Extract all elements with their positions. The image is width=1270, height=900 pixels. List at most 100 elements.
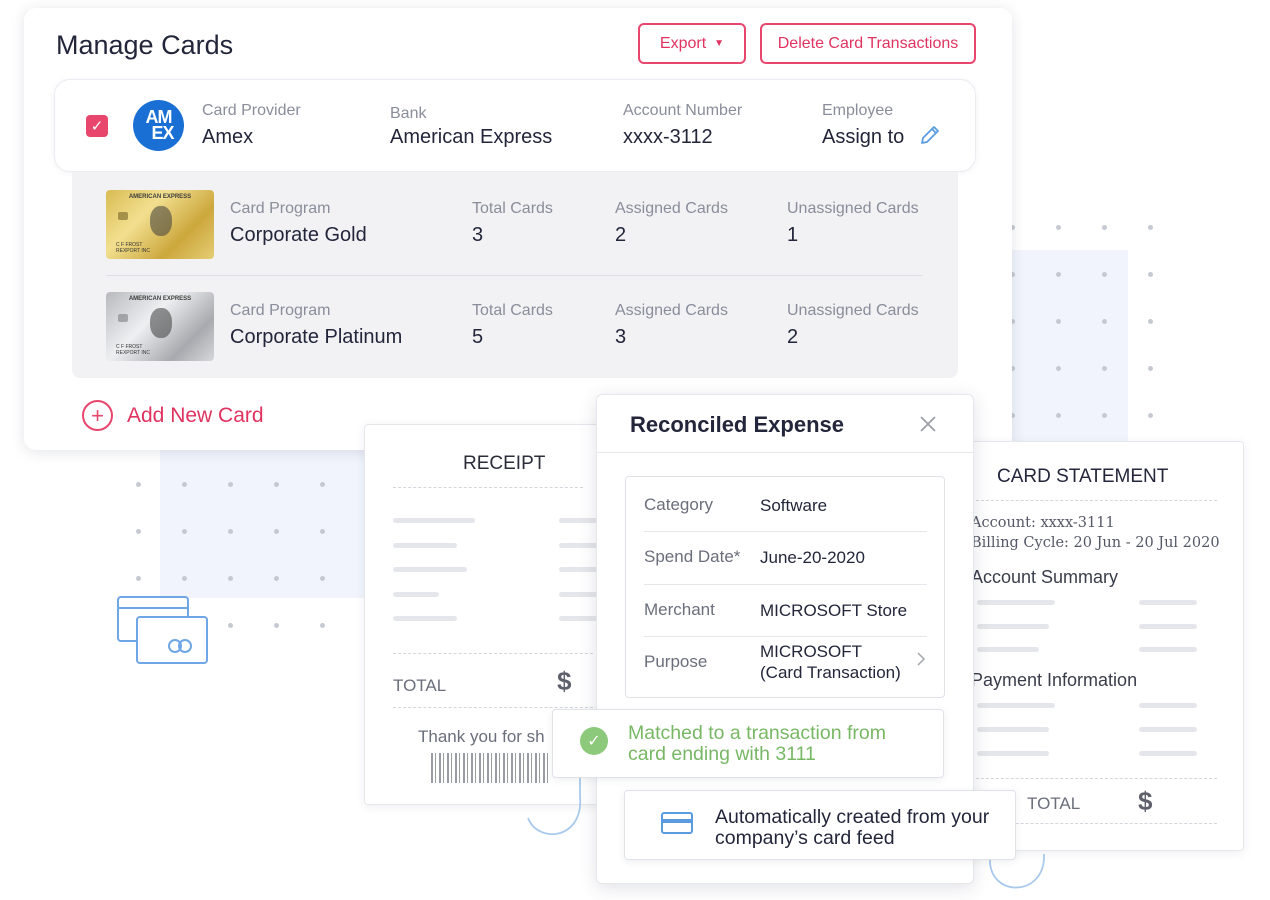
export-button-label: Export	[659, 34, 707, 52]
decor-dot	[274, 576, 279, 581]
decor-dot	[1148, 413, 1153, 418]
decor-dot	[320, 576, 325, 581]
decor-dot	[1102, 272, 1107, 277]
decor-blue-block-right	[1012, 250, 1128, 442]
decor-dot	[320, 482, 325, 487]
decor-dot	[182, 576, 187, 581]
statement-billing-line: Billing Cycle: 20 Jun - 20 Jul 2020	[971, 535, 1220, 551]
dollar-icon: $	[1138, 786, 1153, 816]
caret-down-icon: ▼	[714, 38, 725, 49]
assigned-cards-value: 3	[615, 326, 627, 348]
detail-row-category: Category Software	[644, 477, 927, 532]
card-provider-row[interactable]: ✓ AM EX Card Provider Amex Bank American…	[54, 79, 976, 172]
unassigned-cards-label: Unassigned Cards	[787, 302, 919, 319]
decor-dot	[1148, 319, 1153, 324]
statement-total-label: TOTAL	[1027, 794, 1081, 813]
bank-value: American Express	[390, 126, 553, 148]
matched-transaction-notice: ✓ Matched to a transaction from card end…	[552, 709, 944, 778]
receipt-title: RECEIPT	[463, 453, 546, 474]
unassigned-cards-label: Unassigned Cards	[787, 200, 919, 217]
pencil-icon[interactable]	[919, 124, 941, 146]
card-programs-list: AMERICAN EXPRESS C F FROST REXPORT INC Ca…	[72, 172, 958, 378]
amex-logo: AM EX	[133, 100, 184, 151]
platinum-card-image: AMERICAN EXPRESS C F FROST REXPORT INC	[106, 292, 214, 361]
dollar-icon: $	[557, 666, 572, 696]
account-number-value: xxxx-3112	[623, 126, 713, 148]
export-button[interactable]: Export ▼	[638, 23, 746, 64]
decor-dot	[1056, 366, 1061, 371]
chevron-right-icon[interactable]	[916, 651, 926, 667]
plus-circle-icon: +	[82, 400, 113, 431]
decor-dot	[182, 482, 187, 487]
card-program-value: Corporate Gold	[230, 224, 367, 246]
card-statement-title: CARD STATEMENT	[997, 466, 1169, 487]
decor-dot	[228, 529, 233, 534]
decor-dot	[274, 623, 279, 628]
decor-dot	[182, 529, 187, 534]
decor-dot	[1148, 225, 1153, 230]
cards-stack-icon	[117, 596, 208, 664]
decor-dot	[1102, 366, 1107, 371]
decor-dot	[1056, 272, 1061, 277]
detail-row-spend-date: Spend Date* June-20-2020	[644, 532, 927, 585]
decor-dot	[320, 623, 325, 628]
decor-blue-block-left	[160, 448, 364, 598]
add-new-card-button[interactable]: + Add New Card	[82, 400, 264, 431]
matched-transaction-text: Matched to a transaction from card endin…	[628, 722, 886, 765]
card-program-value: Corporate Platinum	[230, 326, 403, 348]
unassigned-cards-value: 2	[787, 326, 799, 348]
decor-dot	[1148, 272, 1153, 277]
decor-dot	[228, 482, 233, 487]
decor-dot	[228, 623, 233, 628]
card-program-label: Card Program	[230, 302, 331, 319]
bank-label: Bank	[390, 105, 427, 122]
add-new-card-label: Add New Card	[127, 403, 264, 427]
close-icon[interactable]	[919, 415, 937, 433]
card-provider-value: Amex	[202, 126, 254, 148]
decor-dot	[1056, 413, 1061, 418]
decor-dot	[1102, 225, 1107, 230]
detail-row-purpose[interactable]: Purpose MICROSOFT (Card Transaction)	[644, 637, 927, 697]
decor-dot	[274, 482, 279, 487]
card-program-label: Card Program	[230, 200, 331, 217]
detail-row-merchant: Merchant MICROSOFT Store	[644, 585, 927, 637]
decor-dot	[1102, 319, 1107, 324]
decor-dot	[228, 576, 233, 581]
decor-dot	[136, 529, 141, 534]
auto-created-text: Automatically created from your company’…	[715, 806, 990, 849]
assigned-cards-value: 2	[615, 224, 627, 246]
decor-dot	[136, 576, 141, 581]
payment-information-heading: Payment Information	[971, 670, 1138, 690]
gold-card-image: AMERICAN EXPRESS C F FROST REXPORT INC	[106, 190, 214, 259]
divider	[106, 275, 922, 276]
modal-header: Reconciled Expense	[597, 395, 973, 453]
account-number-label: Account Number	[623, 102, 743, 119]
decor-dot	[1056, 319, 1061, 324]
assigned-cards-label: Assigned Cards	[615, 200, 728, 217]
auto-created-notice: Automatically created from your company’…	[624, 790, 1016, 860]
delete-card-transactions-button[interactable]: Delete Card Transactions	[760, 23, 976, 64]
decor-dot	[1102, 413, 1107, 418]
total-cards-value: 5	[472, 326, 484, 348]
checkbox-checked-icon[interactable]: ✓	[86, 115, 108, 137]
decor-dot	[274, 529, 279, 534]
total-cards-value: 3	[472, 224, 484, 246]
assigned-cards-label: Assigned Cards	[615, 302, 728, 319]
decor-dot	[1148, 366, 1153, 371]
receipt-thanks-text: Thank you for sh	[418, 727, 545, 746]
decor-dot	[320, 529, 325, 534]
manage-cards-panel: Manage Cards Export ▼ Delete Card Transa…	[24, 8, 1012, 450]
expense-details-table: Category Software Spend Date* June-20-20…	[625, 476, 945, 698]
decor-dot	[136, 482, 141, 487]
page-title: Manage Cards	[56, 30, 234, 60]
statement-account-line: Account: xxxx-3111	[971, 515, 1115, 531]
employee-label: Employee	[822, 102, 894, 119]
check-circle-icon: ✓	[580, 727, 608, 755]
card-provider-label: Card Provider	[202, 102, 301, 119]
receipt-total-label: TOTAL	[393, 676, 447, 695]
assign-to-link[interactable]: Assign to	[822, 126, 904, 149]
modal-title: Reconciled Expense	[630, 412, 844, 437]
total-cards-label: Total Cards	[472, 302, 553, 319]
account-summary-heading: Account Summary	[971, 567, 1119, 587]
total-cards-label: Total Cards	[472, 200, 553, 217]
